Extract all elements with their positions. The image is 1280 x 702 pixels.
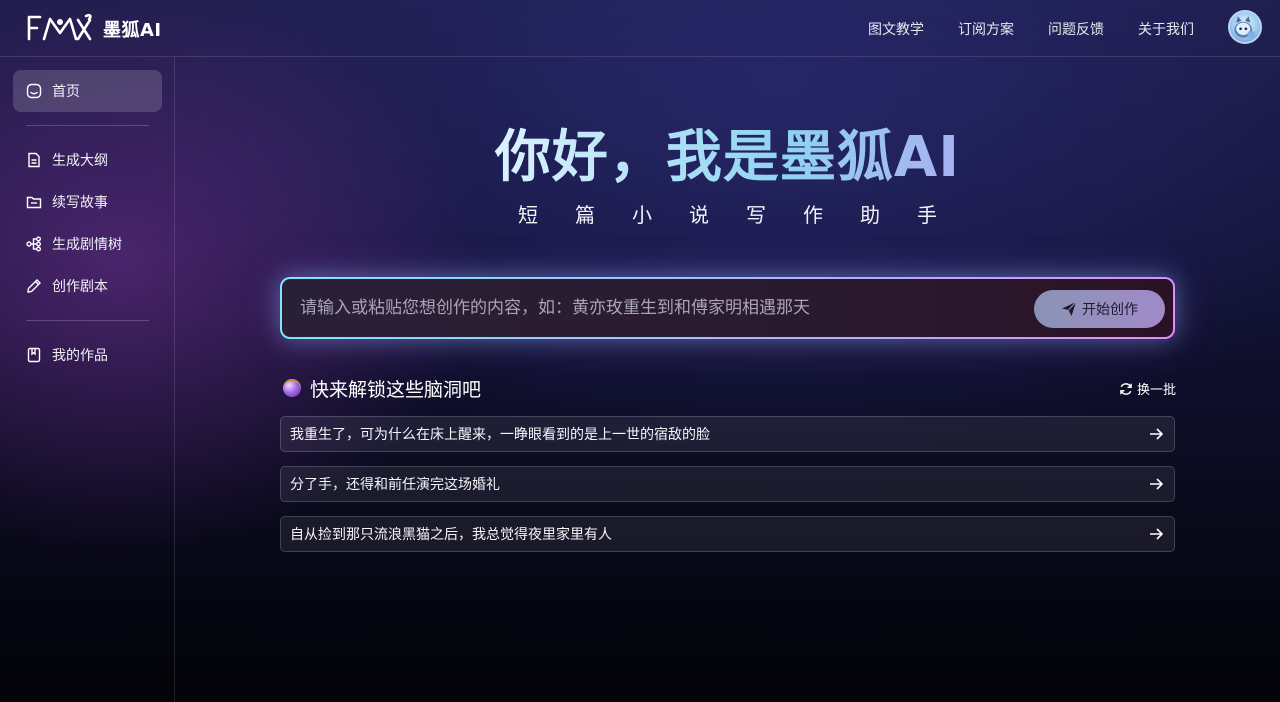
sidebar-item-label: 生成剧情树: [52, 237, 122, 253]
sidebar-item-label: 创作剧本: [52, 279, 108, 295]
pencil-icon: [25, 277, 43, 295]
arrow-right-icon: [1150, 428, 1164, 440]
nav-about[interactable]: 关于我们: [1138, 19, 1194, 39]
home-icon: [25, 82, 43, 100]
refresh-icon: [1120, 382, 1132, 395]
arrow-right-icon: [1150, 528, 1164, 540]
hero-title: 你好，我是墨狐AI: [175, 112, 1280, 193]
document-icon: [25, 151, 43, 169]
avatar-icon: [1234, 16, 1255, 38]
user-avatar[interactable]: [1228, 10, 1262, 44]
sidebar-divider: [26, 125, 149, 126]
folder-icon: [25, 193, 43, 211]
sidebar-item-my-works[interactable]: 我的作品: [13, 334, 162, 376]
brand-name[interactable]: 墨狐AI: [103, 16, 162, 42]
nav-tutorial[interactable]: 图文教学: [868, 19, 924, 39]
bookmark-icon: [25, 346, 43, 364]
ideas-title: 快来解锁这些脑洞吧: [283, 376, 482, 401]
sidebar-item-label: 首页: [52, 84, 80, 100]
sidebar-item-plot-tree[interactable]: 生成剧情树: [13, 223, 162, 265]
nav-subscription[interactable]: 订阅方案: [958, 19, 1014, 39]
ideas-title-text: 快来解锁这些脑洞吧: [310, 378, 482, 401]
refresh-label: 换一批: [1137, 383, 1177, 398]
nav-feedback[interactable]: 问题反馈: [1048, 19, 1104, 39]
idea-text: 自从捡到那只流浪黑猫之后，我总觉得夜里家里有人: [290, 527, 612, 543]
idea-item[interactable]: 自从捡到那只流浪黑猫之后，我总觉得夜里家里有人: [280, 516, 1175, 552]
send-icon: [1062, 301, 1077, 316]
sidebar-divider: [26, 320, 149, 321]
refresh-button[interactable]: 换一批: [1119, 379, 1176, 398]
prompt-inner: 开始创作: [282, 279, 1173, 337]
arrow-right-icon: [1150, 478, 1164, 490]
sidebar-item-label: 生成大纲: [52, 153, 108, 169]
crystal-ball-icon: [283, 379, 301, 397]
idea-text: 分了手，还得和前任演完这场婚礼: [290, 477, 500, 493]
top-nav: 图文教学 订阅方案 问题反馈 关于我们: [834, 0, 1194, 57]
tree-icon: [25, 235, 43, 253]
sidebar-item-label: 续写故事: [52, 195, 108, 211]
logo-icon[interactable]: [26, 11, 94, 45]
idea-text: 我重生了，可为什么在床上醒来，一睁眼看到的是上一世的宿敌的脸: [290, 427, 710, 443]
sidebar-item-script[interactable]: 创作剧本: [13, 265, 162, 307]
sidebar-item-outline[interactable]: 生成大纲: [13, 139, 162, 181]
idea-item[interactable]: 分了手，还得和前任演完这场婚礼: [280, 466, 1175, 502]
sidebar-item-continue-story[interactable]: 续写故事: [13, 181, 162, 223]
sidebar-item-label: 我的作品: [52, 348, 108, 364]
sidebar: 首页 生成大纲 续写故事 生成剧情树 创作剧本 我的作品: [0, 57, 175, 702]
start-writing-button[interactable]: 开始创作: [1034, 290, 1165, 328]
prompt-box: 开始创作: [280, 277, 1175, 339]
top-header: 墨狐AI 图文教学 订阅方案 问题反馈 关于我们: [0, 0, 1280, 57]
app-root: 墨狐AI 图文教学 订阅方案 问题反馈 关于我们 首页 生成大纲 续写故事 生成…: [0, 0, 1280, 702]
sidebar-item-home[interactable]: 首页: [13, 70, 162, 112]
hero-subtitle: 短篇小说写作助手: [518, 203, 974, 227]
idea-item[interactable]: 我重生了，可为什么在床上醒来，一睁眼看到的是上一世的宿敌的脸: [280, 416, 1175, 452]
start-writing-label: 开始创作: [1082, 302, 1138, 318]
